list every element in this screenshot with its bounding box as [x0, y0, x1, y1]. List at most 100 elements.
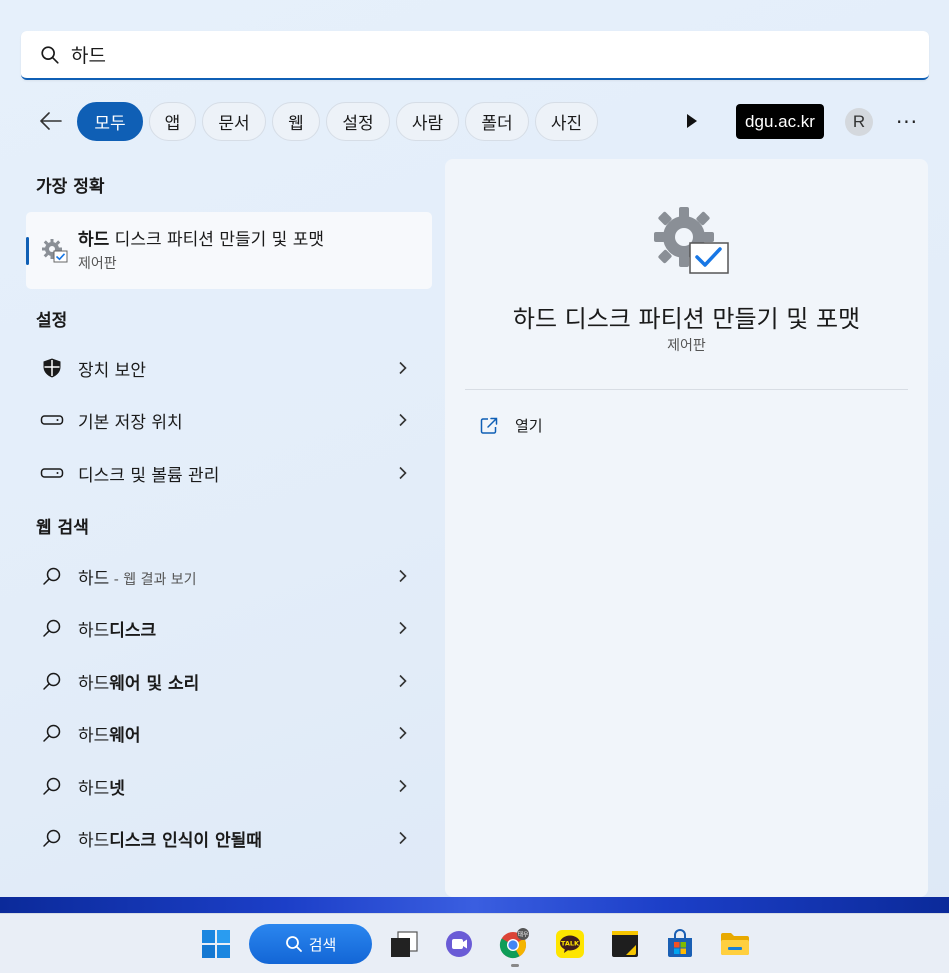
- chevron-right-icon: [399, 413, 407, 427]
- best-match-title-bold: 하드: [78, 230, 110, 250]
- shield-icon: [40, 356, 64, 380]
- more-filters-button[interactable]: [680, 110, 702, 132]
- chip-settings[interactable]: 설정: [326, 102, 390, 141]
- search-icon: [40, 774, 64, 798]
- control-panel-icon: [42, 239, 68, 263]
- arrow-left-icon: [40, 112, 62, 130]
- running-indicator: [511, 964, 519, 967]
- settings-item-disk-volume-management[interactable]: 디스크 및 볼륨 관리: [26, 449, 432, 497]
- chip-documents[interactable]: 문서: [202, 102, 266, 141]
- settings-item-label: 디스크 및 볼륨 관리: [78, 465, 220, 486]
- taskbar: 검색 태우 TALK: [0, 913, 949, 973]
- more-options-button[interactable]: ···: [893, 108, 921, 136]
- settings-heading: 설정: [36, 311, 68, 331]
- web-result-item[interactable]: 하드웨어 및 소리: [26, 657, 432, 705]
- search-icon: [40, 564, 64, 588]
- divider: [465, 389, 908, 390]
- search-box[interactable]: [21, 31, 929, 80]
- sticky-notes-button[interactable]: [609, 928, 641, 960]
- web-result-item[interactable]: 하드넷: [26, 762, 432, 810]
- drive-icon: [40, 408, 64, 432]
- web-result-label: 하드웨어 및 소리: [78, 669, 199, 694]
- web-result-item[interactable]: 하드디스크: [26, 604, 432, 652]
- search-input[interactable]: [71, 43, 891, 66]
- web-result-item[interactable]: 하드웨어: [26, 709, 432, 757]
- search-icon: [40, 616, 64, 640]
- drive-icon: [40, 461, 64, 485]
- chip-folders[interactable]: 폴더: [465, 102, 529, 141]
- taskbar-search-label: 검색: [308, 935, 337, 954]
- avatar[interactable]: R: [845, 108, 873, 136]
- store-icon: [668, 929, 692, 957]
- web-search-heading: 웹 검색: [36, 518, 89, 538]
- chip-apps[interactable]: 앱: [149, 102, 196, 141]
- web-result-item[interactable]: 하드디스크 인식이 안될때: [26, 814, 432, 862]
- chip-photos[interactable]: 사진: [535, 102, 598, 141]
- task-view-button[interactable]: [388, 928, 420, 960]
- detail-subtitle: 제어판: [667, 338, 706, 354]
- settings-item-default-save-location[interactable]: 기본 저장 위치: [26, 396, 432, 444]
- control-panel-icon: [654, 207, 729, 274]
- org-domain-badge[interactable]: dgu.ac.kr: [736, 104, 824, 139]
- file-explorer-button[interactable]: [719, 928, 751, 960]
- chevron-right-icon: [399, 831, 407, 845]
- play-icon: [687, 114, 697, 128]
- web-result-label: 하드디스크 인식이 안될때: [78, 826, 262, 851]
- web-result-item[interactable]: 하드 - 웹 결과 보기: [26, 552, 432, 600]
- web-result-prefix: 하드: [78, 620, 110, 641]
- detail-panel: 하드 디스크 파티션 만들기 및 포맷 제어판 열기: [445, 159, 928, 897]
- settings-item-device-security[interactable]: 장치 보안: [26, 344, 432, 392]
- open-external-icon: [480, 417, 498, 434]
- start-button[interactable]: [200, 928, 232, 960]
- web-result-prefix: 하드: [78, 778, 110, 799]
- settings-item-label: 기본 저장 위치: [78, 412, 183, 433]
- open-label: 열기: [515, 417, 543, 435]
- chevron-right-icon: [399, 726, 407, 740]
- chip-web[interactable]: 웹: [272, 102, 320, 141]
- web-result-prefix: 하드: [78, 673, 110, 694]
- chip-people[interactable]: 사람: [396, 102, 459, 141]
- task-view-icon: [391, 931, 418, 957]
- web-result-hint: - 웹 결과 보기: [109, 571, 197, 588]
- folder-icon: [721, 933, 749, 955]
- detail-title: 하드 디스크 파티션 만들기 및 포맷: [512, 305, 861, 333]
- zoom-app-button[interactable]: [443, 928, 475, 960]
- web-result-label: 하드넷: [78, 774, 125, 799]
- web-result-bold: 웨어: [109, 725, 141, 746]
- best-match-card[interactable]: 하드 디스크 파티션 만들기 및 포맷 제어판: [26, 212, 432, 289]
- web-result-prefix: 하드: [78, 725, 110, 746]
- chevron-right-icon: [399, 621, 407, 635]
- chevron-right-icon: [399, 674, 407, 688]
- web-result-label: 하드디스크: [78, 616, 156, 641]
- search-icon: [40, 669, 64, 693]
- search-icon: [40, 826, 64, 850]
- search-icon: [285, 936, 302, 952]
- chevron-right-icon: [399, 361, 407, 375]
- windows-logo-icon: [202, 930, 230, 958]
- web-result-prefix: 하드: [78, 830, 110, 851]
- sticky-note-icon: [612, 931, 638, 957]
- microsoft-store-button[interactable]: [664, 928, 696, 960]
- open-action[interactable]: 열기: [479, 415, 543, 436]
- chevron-right-icon: [399, 779, 407, 793]
- web-result-label: 하드 - 웹 결과 보기: [78, 564, 197, 589]
- taskbar-search-button[interactable]: 검색: [249, 924, 372, 964]
- chrome-button[interactable]: 태우: [498, 928, 530, 960]
- chrome-profile-badge: 태우: [517, 931, 529, 939]
- filter-chips: 모두 앱 문서 웹 설정 사람 폴더 사진: [77, 102, 598, 141]
- desktop-wallpaper: [0, 897, 949, 913]
- web-result-prefix: 하드: [78, 568, 110, 589]
- chrome-icon: 태우: [499, 928, 529, 959]
- back-button[interactable]: [36, 106, 66, 136]
- best-match-title-rest: 디스크 파티션 만들기 및 포맷: [109, 230, 324, 250]
- kakaotalk-icon: TALK: [556, 930, 584, 958]
- chevron-right-icon: [399, 569, 407, 583]
- best-match-title: 하드 디스크 파티션 만들기 및 포맷: [78, 225, 324, 250]
- video-meeting-icon: [446, 931, 472, 957]
- best-match-subtitle: 제어판: [78, 256, 117, 272]
- chevron-right-icon: [399, 466, 407, 480]
- chip-all[interactable]: 모두: [77, 102, 143, 141]
- kakaotalk-button[interactable]: TALK: [554, 928, 586, 960]
- selection-indicator: [26, 237, 29, 265]
- web-result-bold: 웨어 및 소리: [109, 673, 200, 694]
